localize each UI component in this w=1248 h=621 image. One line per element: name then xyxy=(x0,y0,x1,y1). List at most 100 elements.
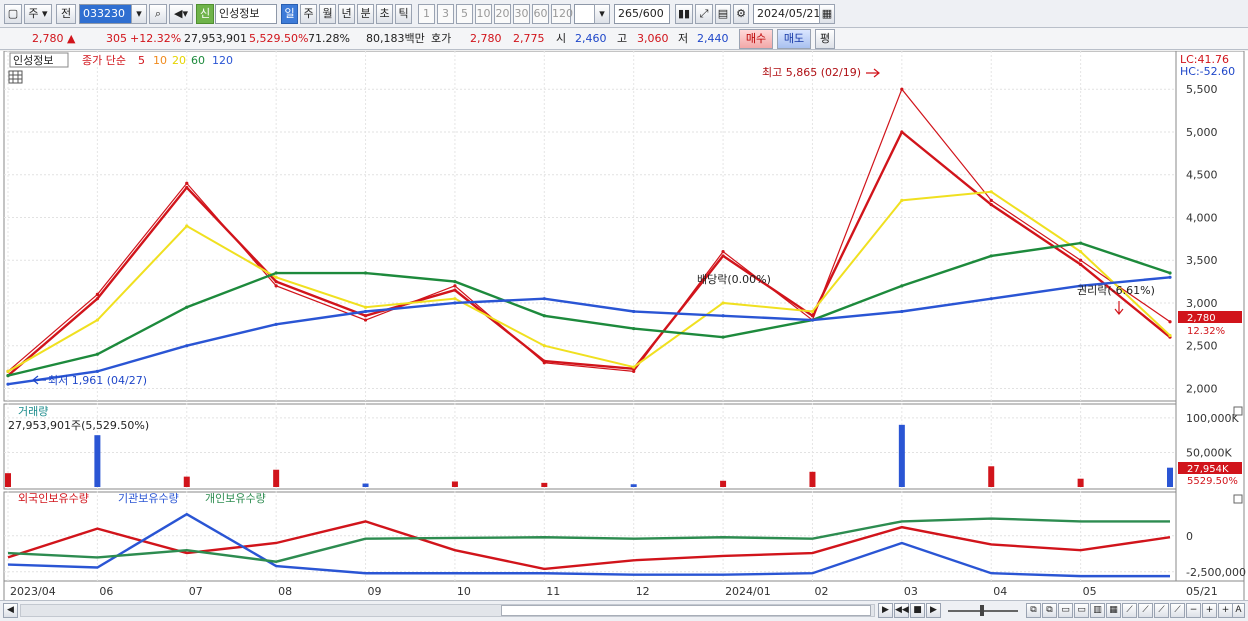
scroll-thumb[interactable] xyxy=(501,605,871,616)
draw-icon-3[interactable]: ⟋ xyxy=(1154,603,1169,618)
legend-ma-10: 10 xyxy=(153,54,167,67)
interval-1[interactable]: 1 xyxy=(418,4,435,24)
search-icon[interactable]: ⌕ xyxy=(149,4,167,24)
series-point-4 xyxy=(900,309,904,314)
eval-button[interactable]: 평 xyxy=(815,29,835,49)
save-icon[interactable]: ▤ xyxy=(715,4,731,24)
tool-icon-4[interactable]: ▭ xyxy=(1074,603,1089,618)
draw-icon-1[interactable]: ⟋ xyxy=(1122,603,1137,618)
series-point-0 xyxy=(274,284,278,288)
series-point-2 xyxy=(1168,333,1172,338)
volume-bar xyxy=(362,483,369,487)
interval-10[interactable]: 10 xyxy=(475,4,492,24)
volume-bar xyxy=(183,476,190,487)
price-tick-label: 4,500 xyxy=(1186,169,1218,182)
series-point-3 xyxy=(1168,271,1172,275)
tab-month[interactable]: 월 xyxy=(319,4,336,24)
tool-icon-3[interactable]: ▭ xyxy=(1058,603,1073,618)
hc-label: HC:-52.60 xyxy=(1180,65,1235,78)
dropdown-icon[interactable]: ▾ xyxy=(131,4,147,24)
chart-area[interactable]: 5,500 5,000 4,500 4,000 3,500 3,000 2,500 2,000… xyxy=(0,50,1248,602)
legend-institution: 기관보유수량 xyxy=(118,492,179,505)
series-point-0 xyxy=(1079,258,1083,262)
tab-minute[interactable]: 분 xyxy=(357,4,374,24)
change-rate: +12.32% xyxy=(130,32,182,45)
interval-5[interactable]: 5 xyxy=(456,4,473,24)
scroll-track[interactable] xyxy=(20,604,875,617)
stop-icon[interactable]: ■ xyxy=(910,603,925,618)
interval-3[interactable]: 3 xyxy=(437,4,454,24)
speaker-icon[interactable]: ◀▾ xyxy=(169,4,193,24)
count-total: /600 xyxy=(639,7,664,20)
series-point-4 xyxy=(6,382,10,386)
open-price: 2,460 xyxy=(575,32,607,45)
new-badge: 신 xyxy=(196,4,214,24)
volume-bar xyxy=(1167,467,1173,487)
series-point-2 xyxy=(632,365,636,369)
zoom-slider-handle[interactable] xyxy=(980,605,984,616)
bottom-toolbar: ◀ ▶ ◀◀ ■ ▶ ⧉ ⧉ ▭ ▭ ▥ ▦ ⟋ ⟋ ⟋ ⟋ − + + A xyxy=(0,600,1248,621)
series-point-2 xyxy=(453,297,457,301)
series-point-4 xyxy=(542,297,546,301)
series-point-3 xyxy=(632,327,636,331)
series-point-1 xyxy=(810,314,815,318)
interval-dropdown-icon[interactable]: ▾ xyxy=(594,4,610,24)
series-point-3 xyxy=(989,254,993,258)
stock-name-field[interactable]: 인성정보 xyxy=(215,4,277,24)
scroll-left-icon[interactable]: ◀ xyxy=(3,603,18,618)
volume-value: 27,953,901 xyxy=(184,32,247,45)
tab-second[interactable]: 초 xyxy=(376,4,393,24)
font-icon[interactable]: A xyxy=(1232,603,1245,618)
cross-icon[interactable]: + xyxy=(1218,603,1233,618)
tab-year[interactable]: 년 xyxy=(338,4,355,24)
series-point-4 xyxy=(274,322,278,326)
interval-120[interactable]: 120 xyxy=(551,4,573,24)
play-icon[interactable]: ▶ xyxy=(926,603,941,618)
draw-icon-4[interactable]: ⟋ xyxy=(1170,603,1185,618)
time-tick-label: 10 xyxy=(457,585,471,598)
series-point-3 xyxy=(6,374,10,378)
legend-ma-5: 5 xyxy=(138,54,145,67)
legend-foreign: 외국인보유수량 xyxy=(18,492,89,505)
volume-close-icon[interactable] xyxy=(1233,406,1243,416)
plus-icon[interactable]: + xyxy=(1202,603,1217,618)
tool-icon-5[interactable]: ▥ xyxy=(1090,603,1105,618)
period-select[interactable]: 주 ▾ xyxy=(24,4,52,24)
compare-chart-icon[interactable]: ⤢ xyxy=(695,4,713,24)
holdings-close-icon[interactable] xyxy=(1233,494,1243,504)
interval-30[interactable]: 30 xyxy=(513,4,530,24)
tool-icon-6[interactable]: ▦ xyxy=(1106,603,1121,618)
sell-button[interactable]: 매도 xyxy=(777,29,811,49)
series-point-3 xyxy=(95,352,99,356)
gear-icon[interactable]: ⚙ xyxy=(733,4,749,24)
buy-button[interactable]: 매수 xyxy=(739,29,773,49)
series-point-0 xyxy=(900,87,904,91)
series-point-2 xyxy=(185,224,189,228)
window-icon[interactable]: ▢ xyxy=(4,4,22,24)
tab-day[interactable]: 일 xyxy=(281,4,298,24)
interval-60[interactable]: 60 xyxy=(532,4,549,24)
stock-chart-svg[interactable]: 5,500 5,000 4,500 4,000 3,500 3,000 2,500 2,000… xyxy=(0,50,1248,602)
series-point-1 xyxy=(1079,262,1083,267)
interval-20[interactable]: 20 xyxy=(494,4,511,24)
series-point-3 xyxy=(453,279,457,284)
compare-button[interactable]: 전 xyxy=(56,4,76,24)
rewind-icon[interactable]: ◀◀ xyxy=(894,603,909,618)
tab-tick[interactable]: 틱 xyxy=(395,4,412,24)
minus-icon[interactable]: − xyxy=(1186,603,1201,618)
tool-icon-1[interactable]: ⧉ xyxy=(1026,603,1041,618)
low-label: 저 xyxy=(678,32,689,45)
draw-icon-2[interactable]: ⟋ xyxy=(1138,603,1153,618)
price-tick-label: 5,000 xyxy=(1186,126,1218,139)
low-price: 2,440 xyxy=(697,32,729,45)
tool-icon-2[interactable]: ⧉ xyxy=(1042,603,1057,618)
tab-week[interactable]: 주 xyxy=(300,4,317,24)
table-toggle-icon[interactable] xyxy=(8,70,23,84)
count-field[interactable]: 265/600 xyxy=(614,4,670,24)
scroll-right-icon[interactable]: ▶ xyxy=(878,603,893,618)
time-tick-label: 12 xyxy=(636,585,650,598)
series-point-3 xyxy=(542,314,546,318)
low-annotation: 최저 1,961 (04/27) xyxy=(48,374,147,387)
candle-icon[interactable]: ▮▮ xyxy=(675,4,693,24)
calendar-icon[interactable]: ▦ xyxy=(819,4,835,24)
